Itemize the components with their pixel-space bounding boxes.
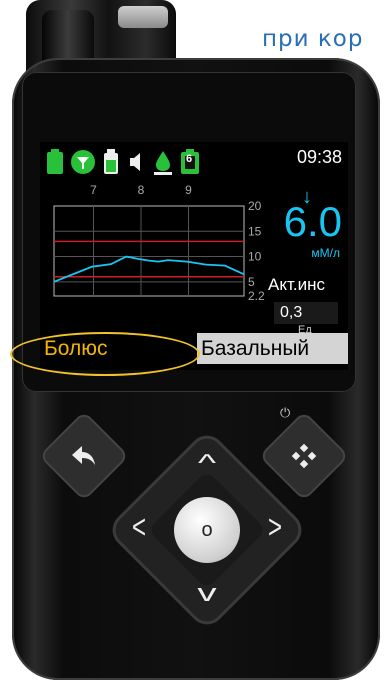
battery-icon (47, 149, 63, 174)
power-icon: ⏻ (280, 405, 291, 420)
y-tick-label: 2.2 (248, 289, 265, 303)
pump-battery-level: 6 (186, 153, 193, 165)
drop-icon (154, 151, 172, 175)
down-button[interactable]: v (183, 579, 231, 609)
reservoir-cap (118, 6, 168, 28)
speaker-icon (130, 153, 140, 171)
glucose-unit: мМ/л (311, 246, 340, 260)
clock-time: 09:38 (296, 147, 342, 167)
left-button[interactable]: < (124, 507, 154, 549)
glucose-chart: 7 8 9 20 15 10 52.2 (53, 183, 265, 303)
select-button[interactable]: o (174, 497, 240, 563)
chart-frame (53, 205, 245, 297)
y-tick-label: 15 (248, 224, 262, 238)
glucose-series-line (53, 255, 245, 283)
up-button[interactable]: ^ (183, 449, 231, 479)
tab-basal[interactable]: Базальный (197, 333, 348, 364)
y-tick-label: 5 (248, 275, 255, 289)
reservoir-icon (104, 149, 118, 174)
glucose-value: 6.0 (283, 198, 342, 245)
right-button[interactable]: > (260, 507, 290, 549)
filter-icon (71, 150, 95, 174)
bolus-highlight-ellipse (10, 332, 200, 376)
active-insulin-label: Акт.инс (268, 275, 325, 294)
x-tick-label: 9 (185, 183, 192, 197)
x-tick-label: 8 (138, 183, 145, 197)
y-tick-label: 10 (248, 250, 262, 264)
back-arrow-icon (52, 424, 116, 488)
status-bar: 6 09:38 (40, 142, 348, 180)
active-insulin-value: 0,3 (274, 302, 338, 324)
caption-text: при кор (262, 26, 364, 52)
x-tick-label: 7 (90, 183, 97, 197)
y-tick-label: 20 (248, 199, 262, 213)
navigation-pad: ^ v < > o (105, 428, 309, 632)
